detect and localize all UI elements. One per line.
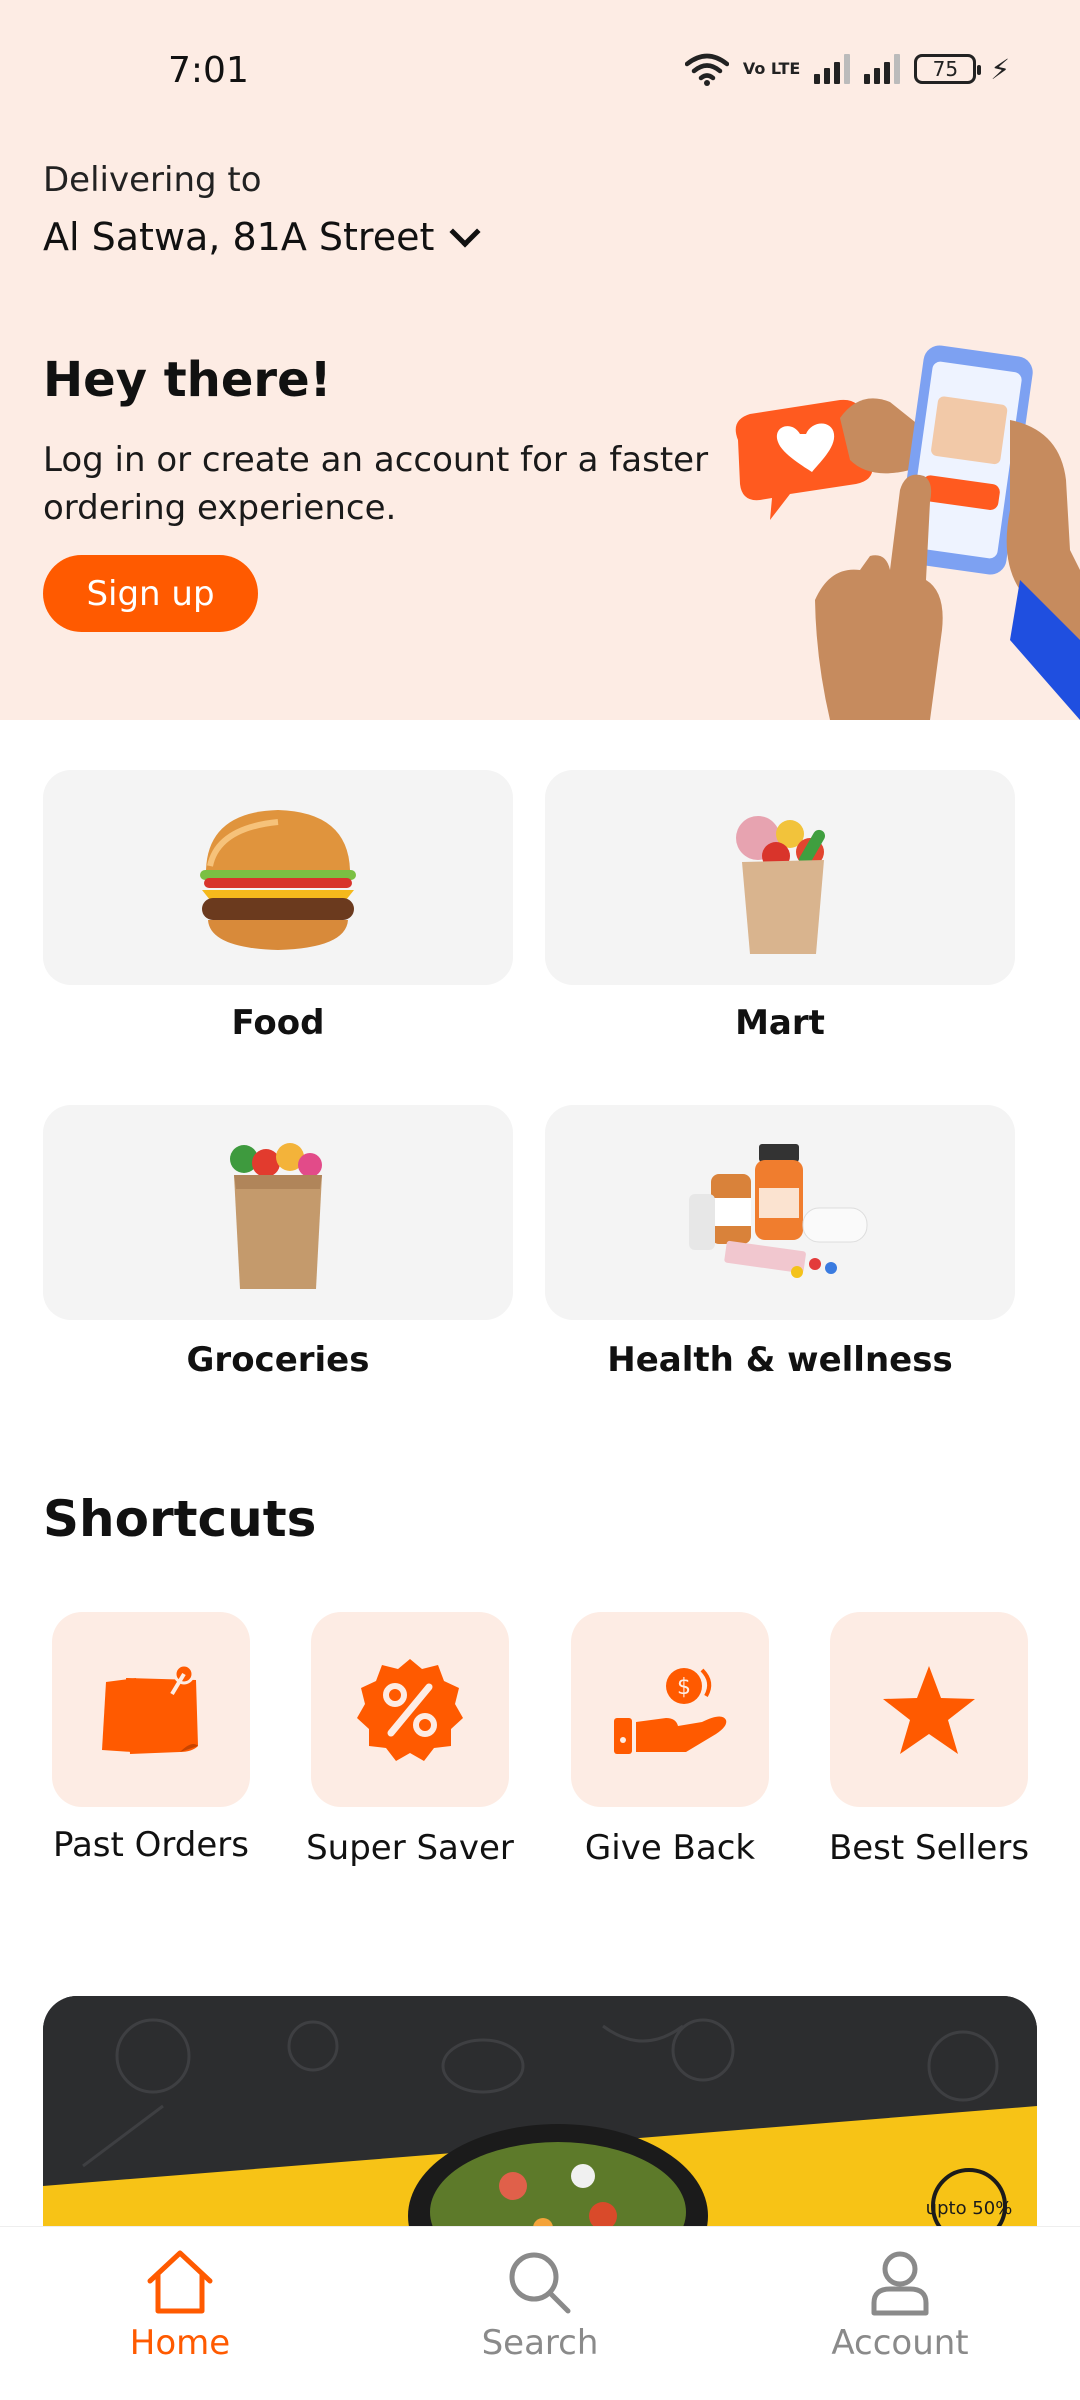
nav-search-label: Search (481, 2323, 599, 2363)
shortcut-past-orders-label: Past Orders (53, 1825, 249, 1865)
chevron-down-icon (449, 216, 481, 248)
hero-title: Hey there! (43, 352, 332, 408)
category-health[interactable] (545, 1105, 1015, 1320)
signal-1-icon (814, 54, 851, 84)
sign-up-button[interactable]: Sign up (43, 555, 258, 632)
wifi-icon (684, 53, 729, 86)
signal-2-icon (864, 54, 901, 84)
category-health-label: Health & wellness (607, 1340, 953, 1380)
promo-banner-image: upto 50% (43, 1996, 1037, 2236)
status-icons: Vo LTE 75 ⚡ (684, 52, 1010, 86)
phone-order-illustration (735, 345, 1080, 720)
discount-badge-icon (357, 1658, 463, 1761)
hero-subtitle: Log in or create an account for a faster… (43, 440, 709, 528)
battery-icon: 75 (914, 54, 982, 84)
shortcut-give-back[interactable]: $ (571, 1612, 769, 1807)
burger-icon (200, 809, 356, 950)
mart-bag-icon (736, 815, 825, 954)
shortcut-best-sellers-label: Best Sellers (828, 1828, 1030, 1868)
grocery-bag-icon (230, 1142, 322, 1289)
nav-home[interactable]: Home (60, 2247, 300, 2363)
category-mart[interactable] (545, 770, 1015, 985)
shortcut-past-orders[interactable] (52, 1612, 250, 1807)
notes-icon (102, 1663, 198, 1754)
category-mart-label: Mart (735, 1003, 825, 1043)
status-time: 7:01 (168, 50, 249, 91)
svg-text:$: $ (677, 1675, 691, 1700)
shortcut-super-saver[interactable] (311, 1612, 509, 1807)
status-bar: 7:01 Vo LTE 75 ⚡ (0, 0, 1080, 140)
category-groceries[interactable] (43, 1105, 513, 1320)
category-food[interactable] (43, 770, 513, 985)
volte-indicator: Vo LTE (742, 59, 801, 78)
nav-account[interactable]: Account (780, 2247, 1020, 2363)
home-icon (147, 2250, 213, 2314)
shortcuts-title: Shortcuts (43, 1490, 317, 1548)
address-text: Al Satwa, 81A Street (43, 215, 435, 259)
search-icon (509, 2252, 571, 2314)
donate-hand-icon: $ (614, 1667, 727, 1754)
delivering-to-label: Delivering to (43, 160, 262, 200)
bottom-navigation: Home Search Account (0, 2226, 1080, 2400)
header-panel: 7:01 Vo LTE 75 ⚡ Delivering to Al Satwa,… (0, 0, 1080, 720)
shortcut-best-sellers[interactable] (830, 1612, 1028, 1807)
category-groceries-label: Groceries (186, 1340, 370, 1380)
account-icon (871, 2251, 929, 2316)
charging-icon: ⚡ (990, 52, 1010, 86)
nav-search[interactable]: Search (420, 2247, 660, 2363)
shortcut-give-back-label: Give Back (584, 1828, 756, 1868)
shortcut-super-saver-label: Super Saver (306, 1828, 514, 1868)
star-icon (883, 1665, 975, 1754)
category-food-label: Food (231, 1003, 325, 1043)
nav-home-label: Home (129, 2323, 231, 2363)
address-selector[interactable]: Al Satwa, 81A Street (43, 215, 481, 259)
nav-account-label: Account (831, 2323, 969, 2363)
promo-banner[interactable]: upto 50% (43, 1996, 1037, 2236)
banner-badge-text: upto 50% (926, 2198, 1013, 2219)
pharmacy-icon (689, 1143, 868, 1278)
